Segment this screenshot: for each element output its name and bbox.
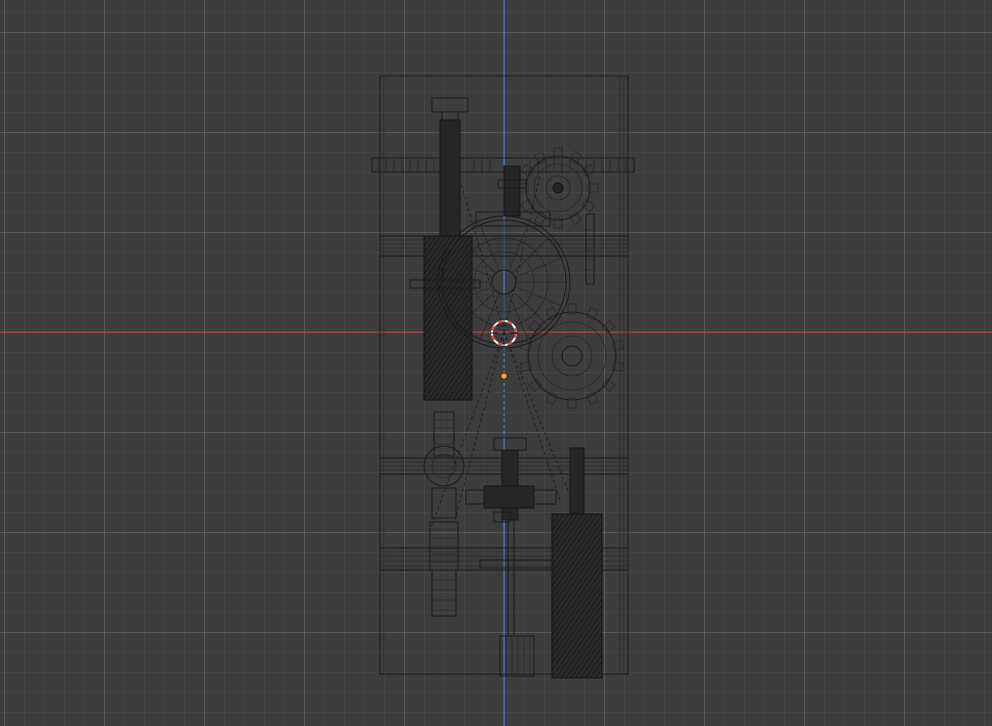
origin-point-icon[interactable] bbox=[500, 372, 508, 380]
lower-right-roller[interactable] bbox=[551, 447, 603, 679]
3d-viewport[interactable] bbox=[0, 0, 992, 726]
lower-left-gear-stack[interactable] bbox=[423, 411, 465, 617]
top-rack[interactable] bbox=[371, 157, 635, 173]
wireframe-scene[interactable] bbox=[0, 0, 992, 726]
left-lead-screw[interactable] bbox=[409, 97, 481, 401]
right-spur-gear[interactable] bbox=[520, 303, 624, 409]
